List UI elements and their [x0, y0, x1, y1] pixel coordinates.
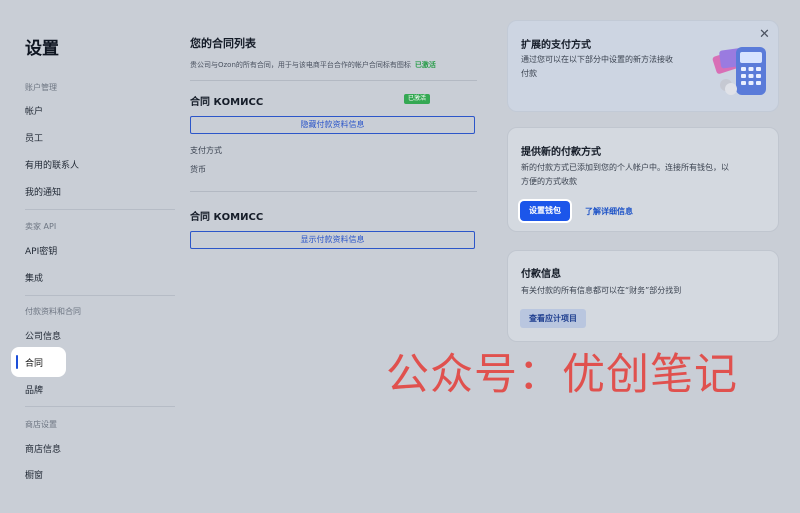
sidebar-section-account: 账户管理 [25, 83, 57, 92]
sidebar-section-payment: 付款资料和合同 [25, 307, 81, 316]
sidebar-item-notifications[interactable]: 我的通知 [25, 185, 61, 198]
sidebar-item-showcase[interactable]: 橱窗 [25, 468, 43, 481]
learn-more-link[interactable]: 了解详细信息 [585, 206, 633, 217]
card-text-line: 方便的方式收款 [521, 177, 577, 186]
view-accruals-button[interactable]: 查看应计项目 [520, 309, 586, 328]
sidebar-item-store-info[interactable]: 商店信息 [25, 442, 61, 455]
sidebar-item-label: 合同 [25, 359, 44, 369]
sidebar-item-account[interactable]: 帐户 [25, 104, 43, 117]
card-title: 提供新的付款方式 [521, 147, 601, 158]
setup-wallet-button[interactable]: 设置钱包 [520, 201, 570, 221]
show-payment-details-button[interactable]: 显示付款资料信息 [190, 231, 475, 249]
contract-list-description: 贵公司与Ozon的所有合同，用于与该电商平台合作的帐户合同标有图标 已激活 [190, 60, 436, 70]
card-title: 付款信息 [521, 269, 561, 280]
sidebar-item-company-info[interactable]: 公司信息 [25, 329, 61, 342]
sidebar-divider [25, 209, 175, 210]
extended-payment-card: 扩展的支付方式 通过您可以在以下部分中设置的新方法接收 付款 ✕ [507, 20, 779, 112]
sidebar-item-api-keys[interactable]: API密钥 [25, 244, 57, 257]
settings-sidebar: 设置 账户管理 帐户 员工 有用的联系人 我的通知 卖家 API API密钥 集… [0, 0, 178, 513]
sidebar-item-contracts[interactable]: 合同 [11, 347, 66, 377]
card-text: 有关付款的所有信息都可以在“财务”部分找到 [521, 286, 682, 295]
new-payment-method-card: 提供新的付款方式 新的付款方式已添加到您的个人帐户中。连接所有钱包，以 方便的方… [507, 127, 779, 232]
payment-terminal-illustration [712, 47, 766, 95]
active-status-text: 已激活 [414, 61, 436, 69]
sidebar-title: 设置 [25, 39, 59, 59]
sidebar-item-contacts[interactable]: 有用的联系人 [25, 158, 79, 171]
sidebar-section-store: 商店设置 [25, 420, 57, 429]
payment-method-field: 支付方式 [190, 146, 222, 155]
sidebar-section-api: 卖家 API [25, 222, 57, 231]
currency-field: 货币 [190, 165, 206, 174]
card-title: 扩展的支付方式 [521, 40, 591, 51]
card-text-line: 新的付款方式已添加到您的个人帐户中。连接所有钱包，以 [521, 163, 729, 172]
active-indicator [16, 355, 18, 369]
divider [190, 80, 477, 81]
watermark-text: 公众号：优创笔记 [386, 350, 738, 400]
description-text: 贵公司与Ozon的所有合同，用于与该电商平台合作的帐户合同标有图标 [190, 61, 411, 69]
card-text-line: 通过您可以在以下部分中设置的新方法接收 [521, 55, 673, 64]
contract-name: 合同 КОМИСС [190, 97, 264, 108]
card-text-line: 付款 [521, 69, 537, 78]
sidebar-divider [25, 406, 175, 407]
hide-payment-details-button[interactable]: 隐藏付款资料信息 [190, 116, 475, 134]
payment-info-card: 付款信息 有关付款的所有信息都可以在“财务”部分找到 查看应计项目 [507, 250, 779, 342]
contract-name: 合同 КОМИСС [190, 212, 264, 223]
sidebar-divider [25, 295, 175, 296]
sidebar-item-staff[interactable]: 员工 [25, 131, 43, 144]
page-title: 您的合同列表 [190, 37, 256, 50]
status-badge: 已激活 [404, 94, 431, 104]
sidebar-item-integrations[interactable]: 集成 [25, 271, 43, 284]
sidebar-item-brands[interactable]: 品牌 [25, 383, 43, 396]
divider [190, 191, 477, 192]
